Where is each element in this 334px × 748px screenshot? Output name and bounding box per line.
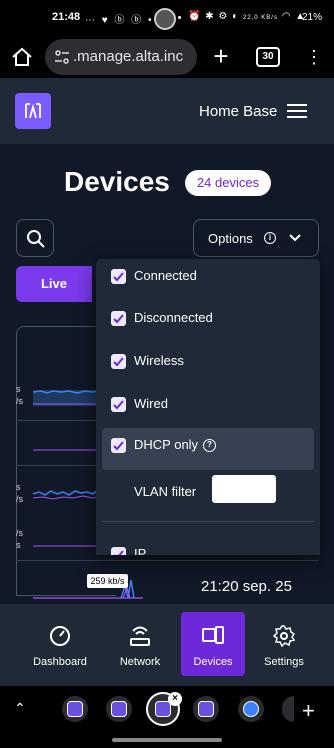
tab-thumbnail[interactable]: [193, 696, 219, 722]
home-indicator[interactable]: [112, 738, 222, 742]
status-time: 21:48: [52, 11, 81, 23]
filter-disconnected[interactable]: Disconnected: [96, 301, 320, 343]
row-label: /s: [16, 494, 24, 504]
filter-label: Wireless: [134, 353, 184, 368]
search-icon: [27, 230, 45, 248]
chevron-down-icon: [289, 234, 301, 242]
traffic-chart: [33, 545, 98, 547]
battery-level: 21%: [302, 12, 323, 23]
info-icon: i: [264, 232, 276, 244]
bottom-nav: Dashboard Network Devices Settings: [0, 604, 334, 686]
help-icon[interactable]: ?: [203, 439, 216, 452]
row-label: /s: [16, 396, 24, 406]
status-bar: 21:48 ⋯ ♥ ⓑ ⓑ • ⏰ ✱ ⚙ ◐ 22,0 KB/s ◠ ▲ 21…: [0, 0, 334, 36]
row-label: s: [16, 384, 21, 394]
status-left-icons: ⋯ ♥ ⓑ ⓑ •: [85, 15, 154, 26]
checkbox-checked-icon[interactable]: [111, 438, 126, 453]
filter-wireless[interactable]: Wireless: [96, 344, 320, 386]
row-divider: [16, 560, 318, 561]
logo-icon: [25, 103, 41, 119]
options-button[interactable]: Options i: [193, 219, 319, 257]
filter-label: Connected: [134, 268, 197, 283]
nav-dashboard[interactable]: Dashboard: [28, 612, 92, 676]
gauge-icon: [50, 626, 70, 646]
dot-icon: [178, 16, 181, 19]
avatar-icon: [154, 8, 176, 30]
filter-label: Disconnected: [134, 310, 213, 325]
tab-thumbnail[interactable]: [106, 696, 132, 722]
timestamp: 21:20 sep. 25: [201, 578, 292, 595]
checkbox-checked-icon[interactable]: [111, 547, 126, 555]
browser-menu-icon[interactable]: ⋮: [304, 45, 324, 69]
filter-label: IP: [134, 546, 147, 555]
vlan-filter-input[interactable]: [212, 475, 276, 503]
traffic-chart: [33, 390, 98, 406]
nav-label: Network: [119, 656, 161, 668]
new-tab-button[interactable]: +: [208, 43, 234, 70]
data-rate: 22,0 KB/s: [242, 15, 278, 21]
site-header: Home Base: [0, 78, 334, 144]
row-label: s: [16, 540, 21, 550]
device-count-badge: 24 devices: [185, 170, 271, 196]
close-tab-icon[interactable]: ×: [168, 692, 182, 706]
nav-devices[interactable]: Devices: [181, 612, 245, 676]
home-button[interactable]: [8, 45, 36, 69]
options-label: Options: [208, 231, 253, 246]
chevron-up-icon[interactable]: ⌃: [14, 700, 30, 716]
nav-settings[interactable]: Settings: [252, 612, 316, 676]
filter-label: Wired: [134, 396, 168, 411]
url-text: .manage.alta.inc: [73, 48, 184, 65]
nav-label: Dashboard: [33, 656, 87, 668]
site-title[interactable]: Home Base: [199, 103, 277, 120]
dropdown-divider: [102, 521, 314, 522]
options-dropdown: Connected Disconnected Wireless Wired DH…: [96, 259, 320, 555]
add-tab-button[interactable]: +: [302, 698, 315, 724]
traffic-chart: [33, 489, 98, 500]
traffic-chart: [33, 449, 98, 451]
filter-connected[interactable]: Connected: [96, 259, 320, 301]
gear-icon: [272, 625, 296, 648]
search-button[interactable]: [16, 219, 54, 257]
status-right-icons: ⏰ ✱ ⚙ ◐ 22,0 KB/s ◠ ▲: [188, 11, 307, 22]
tab-thumbnail[interactable]: [62, 696, 88, 722]
checkbox-checked-icon[interactable]: [111, 397, 126, 412]
checkbox-checked-icon[interactable]: [111, 269, 126, 284]
logo[interactable]: [15, 93, 51, 129]
filter-ip[interactable]: IP: [96, 537, 320, 555]
filter-wired[interactable]: Wired: [96, 387, 320, 429]
nav-label: Settings: [264, 656, 304, 668]
tab-thumbnail[interactable]: [282, 696, 294, 722]
filter-dhcp-only[interactable]: DHCP only ?: [102, 428, 314, 470]
checkbox-checked-icon[interactable]: [111, 311, 126, 326]
page-title: Devices: [64, 166, 170, 197]
row-label: /s: [16, 528, 24, 538]
nav-network[interactable]: Network: [108, 612, 172, 676]
tab-thumbnail[interactable]: [238, 696, 264, 722]
site-settings-icon: [55, 50, 69, 64]
devices-icon: [202, 626, 224, 644]
checkbox-checked-icon[interactable]: [111, 354, 126, 369]
home-icon: [12, 47, 32, 66]
filter-label: DHCP only: [134, 437, 199, 452]
tab-count-button[interactable]: 30: [256, 47, 280, 67]
hamburger-menu-icon[interactable]: [287, 104, 307, 118]
url-bar[interactable]: .manage.alta.inc: [45, 39, 197, 75]
vlan-filter-label: VLAN filter: [134, 484, 197, 499]
router-icon: [130, 626, 150, 646]
browser-toolbar: .manage.alta.inc + 30 ⋮: [0, 36, 334, 78]
row-label: s: [16, 482, 21, 492]
chart-tooltip: 259 kb/s: [87, 574, 128, 588]
nav-label: Devices: [193, 656, 233, 668]
tab-live[interactable]: Live: [16, 266, 92, 302]
